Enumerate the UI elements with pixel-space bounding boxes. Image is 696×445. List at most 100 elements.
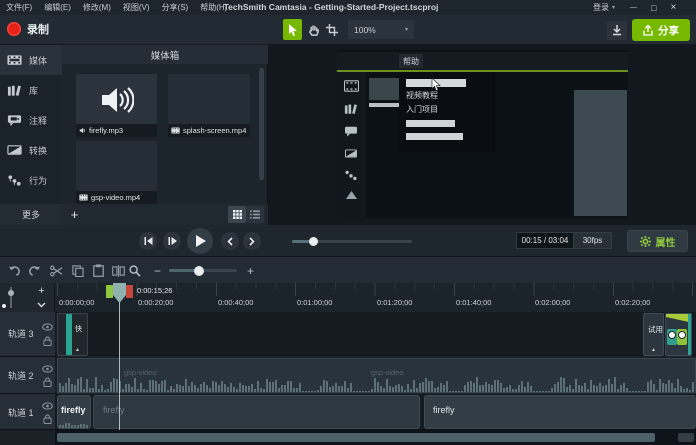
playhead-in-handle[interactable] [106,285,113,298]
speaker-icon [79,127,86,134]
redo-button[interactable] [26,262,43,279]
media-item-splash[interactable]: splash-screen.mp4 [168,74,250,137]
sidebar-item-transitions[interactable]: 转换 [0,135,62,165]
media-filename: gsp-video.mp4 [91,193,140,202]
window-title: TechSmith Camtasia - Getting-Started-Pro… [224,2,439,12]
step-back-icon [144,237,153,245]
export-button[interactable] [607,21,627,40]
menu-edit[interactable]: 编辑(E) [38,0,77,15]
crop-tool-button[interactable] [323,19,341,40]
preview-menu-item[interactable]: 入门项目 [406,104,438,115]
preview-menu-item[interactable]: 视频教程 [406,90,438,101]
step-forward-icon [168,237,177,245]
step-back-button[interactable] [139,232,157,250]
horizontal-scrollbar-thumb[interactable] [57,433,655,442]
zoom-select[interactable]: 100% ▾ [348,20,414,39]
track-lane-3[interactable] [55,312,696,356]
track-height-slider-thumb[interactable] [8,290,14,296]
pan-tool-button[interactable] [304,19,322,40]
menu-view[interactable]: 视图(V) [117,0,156,15]
previous-button[interactable] [221,232,239,250]
zoom-in-button[interactable]: + [243,262,258,279]
sidebar-item-media[interactable]: 媒体 [0,45,62,75]
clip-gsp-video[interactable]: gsp-video gsp-video [57,358,696,393]
clip-firefly-2[interactable]: firefly [93,395,420,429]
grid-view-button[interactable] [228,206,246,223]
step-forward-button[interactable] [163,232,181,250]
media-scrollbar[interactable] [259,68,264,180]
add-track-button[interactable]: + [33,284,50,297]
chevron-down-icon [37,302,46,308]
split-button[interactable] [110,262,127,279]
clip-firefly-3[interactable]: firefly [424,395,696,429]
preview-redacted-bar [406,133,463,140]
cut-button[interactable] [48,262,65,279]
clip-trial[interactable]: 试用 ▲ [643,313,664,356]
slider-thumb[interactable] [309,237,318,246]
sidebar-item-annotations[interactable]: 注释 [0,105,62,135]
lock-icon[interactable] [43,336,52,346]
properties-button[interactable]: 属性 [627,230,688,252]
share-button[interactable]: 分享 [632,19,690,41]
preview-thumbnail [369,78,399,100]
magnifier-icon [129,265,141,277]
clip-firefly-1[interactable]: firefly [57,395,91,429]
expand-triangle-icon[interactable]: ▲ [651,348,656,353]
callout-icon [344,125,358,137]
grid-icon [233,210,242,219]
minimize-button[interactable]: — [630,4,637,11]
close-button[interactable]: × [670,2,676,13]
clip-callouts[interactable] [665,313,692,356]
behaviors-icon [344,169,358,181]
callout-circle-icon [668,331,676,339]
video-preview[interactable]: 帮助 视频教程 入门项目 [337,50,628,218]
undo-button[interactable] [6,262,23,279]
media-filename: firefly.mp3 [89,126,123,135]
sidebar-item-label: 转换 [29,144,47,157]
playhead-time: 0:00:15;26 [137,286,172,295]
fps-value: 30fps [583,236,603,245]
copy-button[interactable] [69,262,86,279]
menu-modify[interactable]: 修改(M) [77,0,117,15]
collapse-tracks-button[interactable] [33,298,50,311]
clip-teal-strip [688,314,692,356]
playhead-out-handle[interactable] [126,285,133,298]
menu-file[interactable]: 文件(F) [0,0,38,15]
more-button[interactable]: 更多 [0,204,62,225]
list-view-button[interactable] [246,206,264,223]
zoom-out-button[interactable]: − [150,262,165,279]
playhead-line[interactable] [119,301,120,430]
library-icon [344,102,358,115]
timeline-zoom-slider[interactable] [169,269,237,272]
expand-triangle-icon[interactable]: ▲ [75,348,80,353]
eye-icon[interactable] [42,365,53,373]
signin-button[interactable]: 登录 ▾ [593,0,615,15]
paste-button[interactable] [90,262,107,279]
next-button[interactable] [243,232,261,250]
eye-icon[interactable] [42,323,53,331]
slider-thumb[interactable] [194,266,204,276]
caret-down-icon: ▾ [405,26,408,33]
copy-icon [72,265,84,277]
media-label: splash-screen.mp4 [168,124,250,137]
sidebar-item-behaviors[interactable]: 行为 [0,165,62,195]
lock-icon[interactable] [43,414,52,424]
ruler-label: 0:02:20;00 [615,298,650,307]
fps-display[interactable]: 30fps [573,232,612,249]
menu-share[interactable]: 分享(S) [156,0,195,15]
transition-icon [344,148,358,159]
eye-icon[interactable] [42,402,53,410]
canvas-zoom-slider[interactable] [292,240,412,243]
cursor-tool-button[interactable] [283,19,302,40]
add-media-button[interactable]: + [66,206,83,223]
media-item-firefly[interactable]: firefly.mp3 [76,74,157,137]
timeline-zoom-tool[interactable] [126,262,143,279]
scrollbar-segment[interactable] [678,433,694,442]
clip-intro[interactable]: 快 ▲ [57,313,88,356]
maximize-button[interactable]: □ [651,3,656,13]
play-button[interactable] [187,228,213,254]
lock-icon[interactable] [43,377,52,387]
media-item-gsp[interactable]: gsp-video.mp4 [76,141,157,204]
sidebar-item-library[interactable]: 库 [0,75,62,105]
record-button[interactable]: 录制 [7,21,49,37]
